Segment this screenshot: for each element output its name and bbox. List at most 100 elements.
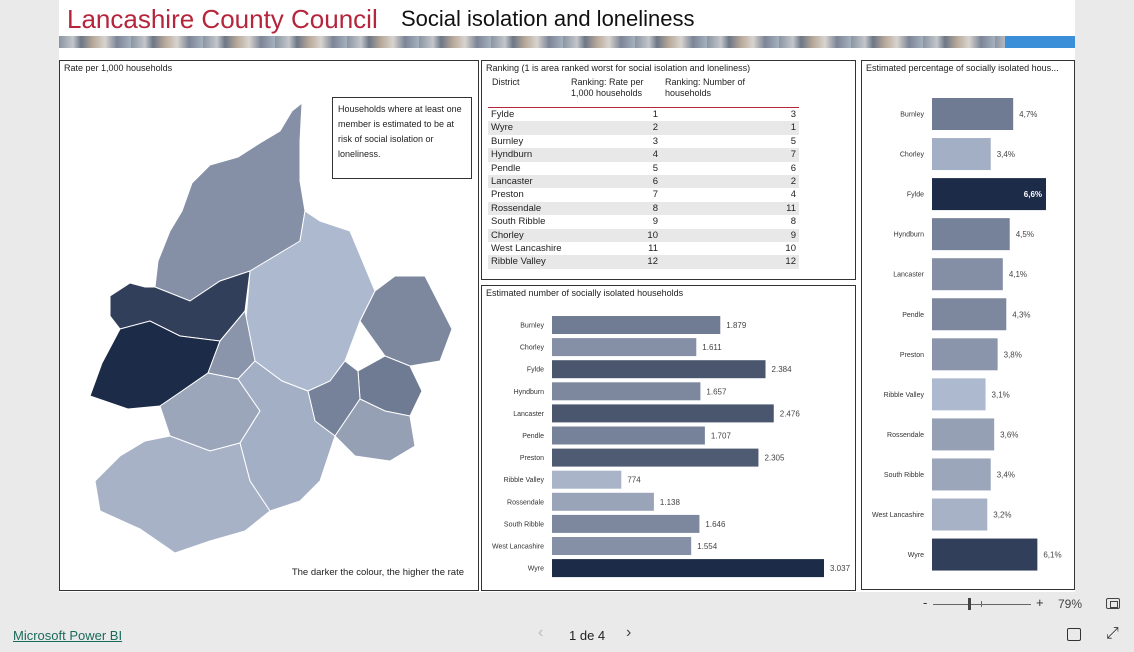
bar[interactable] [552,537,692,555]
data-label: 774 [627,476,641,485]
ranking-header-row: District Ranking: Rate per 1,000 househo… [492,77,802,105]
percentage-bar-chart[interactable]: Burnley 4,7% Chorley 3,4% Fylde 6,6% Hyndburn 4… [862,61,1074,589]
ranking-cell-rate-rank: 10 [647,229,658,241]
ranking-cell-households-rank: 9 [790,229,796,241]
data-label: 1.138 [660,498,681,507]
ranking-cell-rate-rank: 4 [652,149,658,161]
bar[interactable] [552,492,654,511]
data-label: 6,1% [1043,551,1061,560]
bar[interactable] [552,338,697,357]
category-label: Lancaster [893,272,924,279]
ranking-row[interactable]: Ribble Valley 12 12 [488,255,799,269]
bar[interactable] [932,338,998,371]
ranking-row[interactable]: Rossendale 8 11 [488,201,799,216]
category-label: Lancaster [513,411,544,418]
category-label: West Lancashire [872,512,924,519]
data-label: 4,7% [1019,110,1037,119]
data-label: 3,4% [997,470,1015,479]
page-subtitle: Social isolation and loneliness [401,6,695,31]
ranking-cell-district: Hyndburn [491,149,533,161]
bottom-bar: - + 79% Microsoft Power BI ‹ 1 de 4 › ⤢ [0,592,1134,652]
ranking-row[interactable]: South Ribble 9 8 [488,215,799,228]
zoom-in-button[interactable]: + [1036,595,1044,610]
data-label: 3,8% [1004,350,1022,359]
bar[interactable] [932,418,995,451]
ranking-cell-households-rank: 8 [790,216,796,228]
data-label: 2.476 [780,409,801,418]
category-label: South Ribble [884,472,924,479]
bar[interactable] [932,258,1003,291]
next-page-arrow-icon[interactable]: › [626,624,631,642]
bar[interactable] [552,382,701,401]
previous-page-arrow-icon[interactable]: ‹ [538,624,543,642]
category-label: Hyndburn [894,232,924,239]
ranking-row[interactable]: West Lancashire 11 10 [488,242,799,255]
share-icon[interactable] [1067,628,1081,641]
zoom-slider-thumb[interactable] [968,598,971,610]
category-label: Rossendale [507,499,544,506]
category-label: Fylde [907,192,924,199]
category-label: Rossendale [887,432,924,439]
ranking-row[interactable]: Preston 7 4 [488,188,799,201]
ranking-row[interactable]: Chorley 10 9 [488,228,799,242]
power-bi-link[interactable]: Microsoft Power BI [13,628,122,643]
bar[interactable] [552,426,705,445]
ranking-row[interactable]: Pendle 5 6 [488,162,799,175]
ranking-cell-district: Ribble Valley [491,256,546,268]
zoom-slider-track[interactable] [933,604,1031,605]
ranking-cell-households-rank: 11 [786,202,796,214]
count-chart-visual[interactable]: Estimated number of socially isolated ho… [481,285,856,591]
bar[interactable] [932,498,988,531]
data-label: 1.646 [705,520,726,529]
ranking-cell-rate-rank: 3 [652,135,658,147]
ranking-cell-rate-rank: 8 [652,202,658,214]
fit-to-page-icon[interactable] [1106,598,1120,609]
category-label: Pendle [522,433,544,440]
bar[interactable] [932,138,991,171]
fullscreen-expand-icon[interactable]: ⤢ [1106,625,1119,643]
ranking-table-body: Fylde 1 3 Wyre 2 1 Burnley 3 5 Hyndburn 4 7 Pendle 5 6… [488,107,799,269]
ranking-header-households[interactable]: Ranking: Number of households [665,77,760,99]
ranking-row[interactable]: Hyndburn 4 7 [488,148,799,162]
ranking-cell-rate-rank: 11 [648,242,658,254]
category-label: Hyndburn [514,389,544,396]
bar[interactable] [552,514,700,533]
ranking-row[interactable]: Wyre 2 1 [488,121,799,135]
count-bar-chart[interactable]: Burnley 1.879 Chorley 1.611 Fylde 2.384 Hyndbu… [482,286,855,590]
category-label: South Ribble [504,521,544,528]
bar[interactable] [932,378,986,411]
bar[interactable] [552,559,824,578]
data-label: 3,1% [992,390,1010,399]
bar[interactable] [932,298,1007,331]
ranking-row[interactable]: Fylde 1 3 [488,108,799,121]
bar[interactable] [552,404,774,423]
zoom-slider-tick [981,601,982,607]
ranking-cell-district: Chorley [491,229,524,241]
bar[interactable] [932,218,1010,251]
data-label: 3,4% [997,150,1015,159]
zoom-out-button[interactable]: - [923,595,927,610]
percentage-chart-visual[interactable]: Estimated percentage of socially isolate… [861,60,1075,590]
data-label: 1.657 [706,387,727,396]
bar[interactable] [552,360,766,379]
data-label: 3,2% [993,511,1011,520]
ranking-row[interactable]: Lancaster 6 2 [488,174,799,189]
category-label: Pendle [902,312,924,319]
ranking-header-district[interactable]: District [492,77,520,88]
bar[interactable] [552,470,622,489]
ranking-table-visual[interactable]: Ranking (1 is area ranked worst for soci… [481,60,856,280]
ranking-cell-households-rank: 10 [785,242,796,254]
ranking-row[interactable]: Burnley 3 5 [488,135,799,148]
map-visual[interactable]: Rate per 1,000 households Households whe… [59,60,479,591]
bar[interactable] [552,448,759,467]
ranking-header-rate[interactable]: Ranking: Rate per 1,000 households [571,77,653,99]
zoom-level: 79% [1058,597,1083,611]
bar[interactable] [552,316,721,334]
page-title: Lancashire County Council [67,4,378,34]
data-label: 4,5% [1016,230,1034,239]
bar[interactable] [932,538,1038,571]
bar[interactable] [932,458,991,491]
ranking-cell-district: Burnley [491,135,524,147]
bar[interactable] [932,98,1014,130]
map-footer-note: The darker the colour, the higher the ra… [291,567,464,578]
